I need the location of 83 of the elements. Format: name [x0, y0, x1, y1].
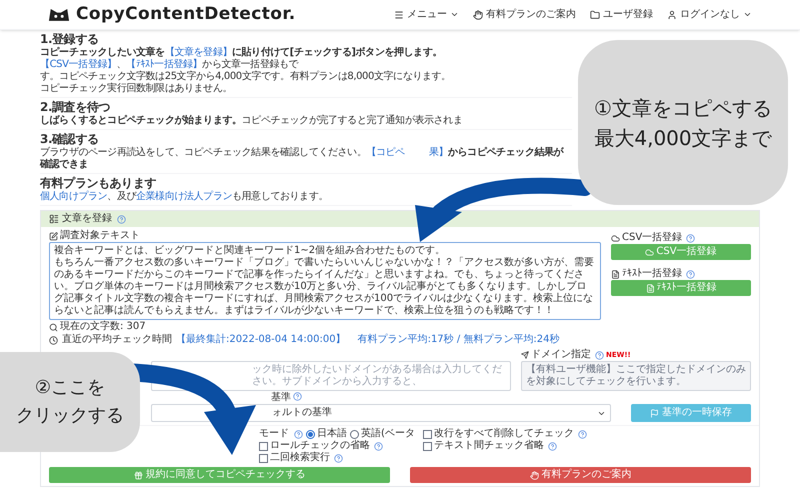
help-icon[interactable]	[595, 350, 604, 360]
field-label: 調査対象テキスト	[60, 230, 140, 242]
text-link[interactable]: 個人向けプラン	[40, 191, 108, 202]
section-text: しばらくするとコピペチェックが始まります。コピペチェックが完了すると完了通知が表示されま	[40, 115, 464, 127]
file-icon	[611, 270, 620, 278]
checkbox[interactable]	[259, 454, 268, 462]
section-text: ブラウザのページ再読込をして、コピペチェック結果を確認してください。【コピペ 果】からコピペチェック結果が確認できま	[40, 147, 565, 171]
callout-text: クリックする	[16, 404, 124, 428]
checkbox-label[interactable]: テキスト間チェック省略	[434, 440, 544, 452]
section-text: 個人向けプラン、及び企業様向け法人プランも用意しております。	[40, 191, 330, 203]
logo-icon	[48, 7, 70, 22]
text-area[interactable]: 複合キーワードとは、ビッグワードと関連キーワード1~2個を組み合わせたものです。 もちろん一番アクセス数の多いキーワード「ブログ」で書いたらいいんじゃないかな！？「アクセス数が多い方が、需要のあるキーワードだからこのキーワードで記事を作ったらイイんだな」と思いますよね。でも、ちょっと待ってください。ブログ単体のキーワードは月間検索アクセス数が10万と多い分、ライバル記事がとても多くなります。しかしブログ記事タイトル文字数の複合キーワードにすれば、月間検索アクセスが100でライバルは少なくなります。検索上位にならないと記事は読んでもらえません。まずはライバルが少ないキーワードで、検索上位を狙うのも戦略です！！	[49, 242, 601, 320]
hand-icon	[530, 470, 538, 480]
radio-button[interactable]	[306, 430, 315, 438]
cloud-icon	[611, 234, 620, 242]
callout-text: 最大4,000文字まで	[594, 124, 772, 152]
nav-link[interactable]: ログインなし	[667, 7, 752, 22]
help-icon[interactable]	[294, 430, 303, 438]
section-title: 3.確認する	[40, 132, 99, 146]
radio-label[interactable]: 日本語	[317, 428, 347, 440]
avg-time-label: 直近の平均チェック時間	[62, 334, 172, 346]
plan-button[interactable]: 有料プランのご案内	[410, 467, 751, 483]
checkbox[interactable]	[259, 442, 268, 450]
folder-icon	[590, 10, 600, 20]
nav-link[interactable]: ユーザ登録	[590, 7, 653, 22]
caret-icon	[743, 10, 752, 19]
checkbox-label[interactable]: 改行をすべて削除してチェック	[434, 428, 574, 440]
help-icon[interactable]	[686, 234, 696, 242]
callout-text: ①文章をコピペする	[594, 94, 772, 122]
text-link[interactable]: 企業様向け法人プラン	[136, 191, 232, 202]
avg-time-values: 有料プラン平均:17秒 / 無料プラン平均:24秒	[358, 334, 560, 346]
help-icon[interactable]	[293, 392, 302, 401]
nav-link[interactable]: 有料プランのご案内	[473, 7, 576, 22]
input-field[interactable]: 【有料ユーザ機能】ここで指定したドメインのみを対象にしてチェックを行います。	[521, 361, 751, 391]
caret-icon	[450, 10, 459, 19]
search-icon	[49, 322, 58, 332]
nav-link[interactable]: メニュー	[394, 7, 459, 22]
text-link[interactable]: 【CSV一括登録】	[40, 59, 117, 70]
help-icon[interactable]	[334, 454, 343, 462]
user-icon	[667, 10, 677, 20]
section-text: す。コピペチェック文字数は25文字から4,000文字です。有料プランは8,000文字になります。	[40, 71, 452, 82]
help-icon[interactable]	[374, 442, 383, 450]
gift-icon	[134, 470, 142, 480]
radio-label[interactable]: 英語(ベータ	[361, 428, 415, 440]
help-icon[interactable]	[578, 430, 587, 438]
checkbox-label[interactable]: 二回検索実行	[270, 452, 330, 464]
section-text: コピーチェックしたい文章を【文章を登録】に貼り付けて[チェックする]ボタンを押します。 【CSV一括登録】、【ﾃｷｽﾄ一括登録】から文章一括登録もで	[40, 47, 443, 70]
help-icon[interactable]	[686, 270, 695, 278]
hand-icon	[473, 10, 483, 20]
radio-button[interactable]	[350, 430, 359, 438]
checkbox-label[interactable]: ロールチェックの省略	[270, 440, 370, 452]
option-label: モード	[259, 428, 289, 440]
callout-text: ②ここを	[34, 376, 106, 400]
card-title: 文章を登録	[62, 213, 112, 225]
section-title: 1.登録する	[40, 32, 99, 46]
clock-icon	[49, 336, 58, 344]
send-icon	[521, 351, 529, 359]
upload-label: CSV一括登録	[622, 232, 682, 244]
checkbox[interactable]	[423, 430, 432, 438]
select-field[interactable]: ォルトの基準	[151, 404, 611, 422]
upload-label: ﾃｷｽﾄ一括登録	[622, 268, 682, 280]
text-link[interactable]: 【コピペ	[366, 147, 405, 158]
char-count: 現在の文字数: 307	[60, 321, 146, 333]
text-link[interactable]: 【文章を登録】	[164, 47, 232, 58]
form-icon	[49, 214, 59, 224]
section-text: コピーチェック実行回数制限はありません。	[40, 83, 234, 95]
section-title: 有料プランもあります	[40, 176, 156, 190]
text-link[interactable]: 【ﾃｷｽﾄ一括登録】	[126, 59, 202, 70]
checkbox[interactable]	[423, 442, 432, 450]
edit-icon	[49, 232, 58, 240]
help-icon[interactable]	[117, 214, 126, 224]
input-field[interactable]: ック時に除外したいドメインがある場合は入力してください。サブドメインから入力すると、	[151, 361, 511, 391]
section-title: 2.調査を待つ	[40, 100, 110, 115]
file-icon	[646, 284, 654, 292]
help-icon[interactable]	[548, 442, 557, 450]
flag-icon	[650, 408, 659, 418]
field-label: 基準	[271, 392, 291, 403]
avg-time-date: 【最終集計:2022-08-04 14:00:00】	[176, 334, 346, 346]
field-label: ドメイン指定	[531, 349, 591, 361]
logo-text[interactable]: CopyContentDetector.	[76, 2, 296, 28]
cloud-icon	[645, 248, 654, 256]
menu-icon	[394, 10, 404, 20]
text-link[interactable]: 果】	[428, 147, 448, 158]
